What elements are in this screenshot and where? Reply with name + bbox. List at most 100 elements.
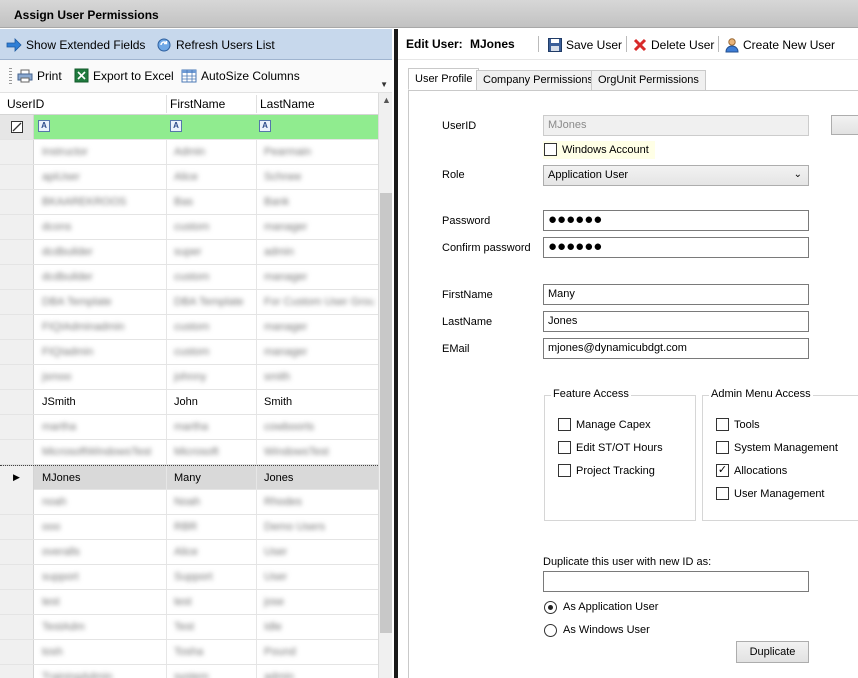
column-header-userid[interactable]: UserID [7, 97, 44, 111]
save-user-button[interactable]: Save User [548, 34, 622, 56]
table-row[interactable]: DBA Template DBA Template For Custom User … [0, 290, 378, 315]
userid-field[interactable]: MJones [543, 115, 809, 136]
checkbox[interactable] [716, 487, 729, 500]
cell-first[interactable]: martha [174, 421, 208, 433]
tab-user-profile[interactable]: User Profile [408, 68, 480, 90]
row-selector[interactable] [0, 190, 34, 214]
table-row[interactable]: tosh Tosha Pound [0, 640, 378, 665]
text-filter-icon[interactable]: A [38, 120, 50, 132]
grid-scrollbar[interactable]: ▲ [378, 93, 392, 678]
cell-userid[interactable]: dcons [42, 221, 71, 233]
cell-userid[interactable]: ooo [42, 521, 60, 533]
table-row[interactable]: MicrosoftWindowsTest Microsoft WindowsTest [0, 440, 378, 465]
row-selector[interactable] [0, 515, 34, 539]
password-field[interactable]: ●●●●●● [543, 210, 809, 231]
row-selector[interactable] [0, 590, 34, 614]
column-separator[interactable] [256, 95, 257, 113]
cell-first[interactable]: Tosha [174, 646, 203, 658]
delete-user-button[interactable]: Delete User [633, 34, 714, 56]
cell-last[interactable]: Pound [264, 646, 296, 658]
cell-last[interactable]: manager [264, 321, 307, 333]
cell-userid[interactable]: MicrosoftWindowsTest [42, 446, 151, 458]
row-selector[interactable] [0, 340, 34, 364]
cell-first[interactable]: test [174, 596, 192, 608]
table-row[interactable]: test test jose [0, 590, 378, 615]
cell-first[interactable]: RBR [174, 521, 197, 533]
table-row[interactable]: JSmith John Smith [0, 390, 378, 415]
cell-last[interactable]: Schnee [264, 171, 301, 183]
table-row[interactable]: Instructor Admin Pearmain [0, 140, 378, 165]
cell-last[interactable]: Rhodes [264, 496, 302, 508]
cell-userid[interactable]: BKAAREKROOS [42, 196, 126, 208]
cell-last[interactable]: Pearmain [264, 146, 311, 158]
cell-first[interactable]: Microsoft [174, 446, 219, 458]
cell-last[interactable]: For Custom User Groups [264, 296, 374, 308]
table-row[interactable]: noah Noah Rhodes [0, 490, 378, 515]
row-selector[interactable]: ▶ [0, 466, 34, 490]
cell-userid[interactable]: Instructor [42, 146, 88, 158]
show-extended-fields-button[interactable]: Show Extended Fields [6, 29, 145, 60]
duplicate-id-field[interactable] [543, 571, 809, 592]
cell-last[interactable]: Smith [264, 396, 292, 408]
table-row[interactable]: TrainingAdmin system admin [0, 665, 378, 678]
userid-side-button[interactable] [831, 115, 858, 135]
table-row[interactable]: dcdbuilder super admin [0, 240, 378, 265]
row-selector[interactable] [0, 265, 34, 289]
table-row[interactable]: dcons custom manager [0, 215, 378, 240]
toolbar-grip[interactable] [9, 68, 12, 86]
row-selector[interactable] [0, 165, 34, 189]
row-selector[interactable] [0, 365, 34, 389]
cell-first[interactable]: Noah [174, 496, 200, 508]
cell-last[interactable]: jose [264, 596, 284, 608]
cell-last[interactable]: Jones [264, 472, 293, 484]
cell-userid[interactable]: FIQIadmin [42, 346, 93, 358]
cell-userid[interactable]: dcdbuilder [42, 271, 93, 283]
table-row[interactable]: FIQIadmin custom manager [0, 340, 378, 365]
cell-first[interactable]: Alice [174, 171, 198, 183]
row-selector[interactable] [0, 415, 34, 439]
cell-userid[interactable]: TestAdm [42, 621, 85, 633]
table-row[interactable]: jsmoo johnny smith [0, 365, 378, 390]
table-row[interactable]: FIQIAdminadmin custom manager [0, 315, 378, 340]
cell-last[interactable]: cowboorts [264, 421, 314, 433]
checkbox[interactable] [558, 441, 571, 454]
cell-first[interactable]: custom [174, 346, 209, 358]
lastname-field[interactable]: Jones [543, 311, 809, 332]
text-filter-icon[interactable]: A [170, 120, 182, 132]
table-row[interactable]: TestAdm Test Idle [0, 615, 378, 640]
filter-row[interactable]: A A A [0, 115, 378, 140]
row-selector[interactable] [0, 140, 34, 164]
checkbox[interactable] [558, 464, 571, 477]
email-field[interactable]: mjones@dynamicubdgt.com [543, 338, 809, 359]
cell-last[interactable]: User [264, 546, 287, 558]
tab-company-permissions[interactable]: Company Permissions [476, 70, 601, 91]
table-row[interactable]: apiUser Alice Schnee [0, 165, 378, 190]
cell-userid[interactable]: tosh [42, 646, 63, 658]
cell-userid[interactable]: noah [42, 496, 66, 508]
row-selector[interactable] [0, 440, 34, 464]
cell-userid[interactable]: dcdbuilder [42, 246, 93, 258]
table-row[interactable]: support Support User [0, 565, 378, 590]
firstname-field[interactable]: Many [543, 284, 809, 305]
cell-first[interactable]: Test [174, 621, 194, 633]
checkbox[interactable]: ✓ [716, 464, 729, 477]
cell-last[interactable]: Demo Users [264, 521, 325, 533]
cell-last[interactable]: manager [264, 271, 307, 283]
column-header-lastname[interactable]: LastName [260, 97, 315, 111]
role-select[interactable]: Application User ⌄ [543, 165, 809, 186]
cell-userid[interactable]: MJones [42, 472, 81, 484]
row-selector[interactable] [0, 390, 34, 414]
toolbar-overflow-icon[interactable]: ▼ [380, 80, 388, 89]
filter-row-selector[interactable] [0, 115, 34, 139]
confirm-password-field[interactable]: ●●●●●● [543, 237, 809, 258]
row-selector[interactable] [0, 615, 34, 639]
create-user-button[interactable]: Create New User [725, 34, 835, 56]
row-selector[interactable] [0, 315, 34, 339]
text-filter-icon[interactable]: A [259, 120, 271, 132]
refresh-users-button[interactable]: Refresh Users List [156, 29, 275, 60]
cell-userid[interactable]: test [42, 596, 60, 608]
cell-last[interactable]: WindowsTest [264, 446, 329, 458]
windows-account-checkbox[interactable] [544, 143, 557, 156]
cell-first[interactable]: DBA Template [174, 296, 244, 308]
duplicate-button[interactable]: Duplicate [736, 641, 809, 663]
